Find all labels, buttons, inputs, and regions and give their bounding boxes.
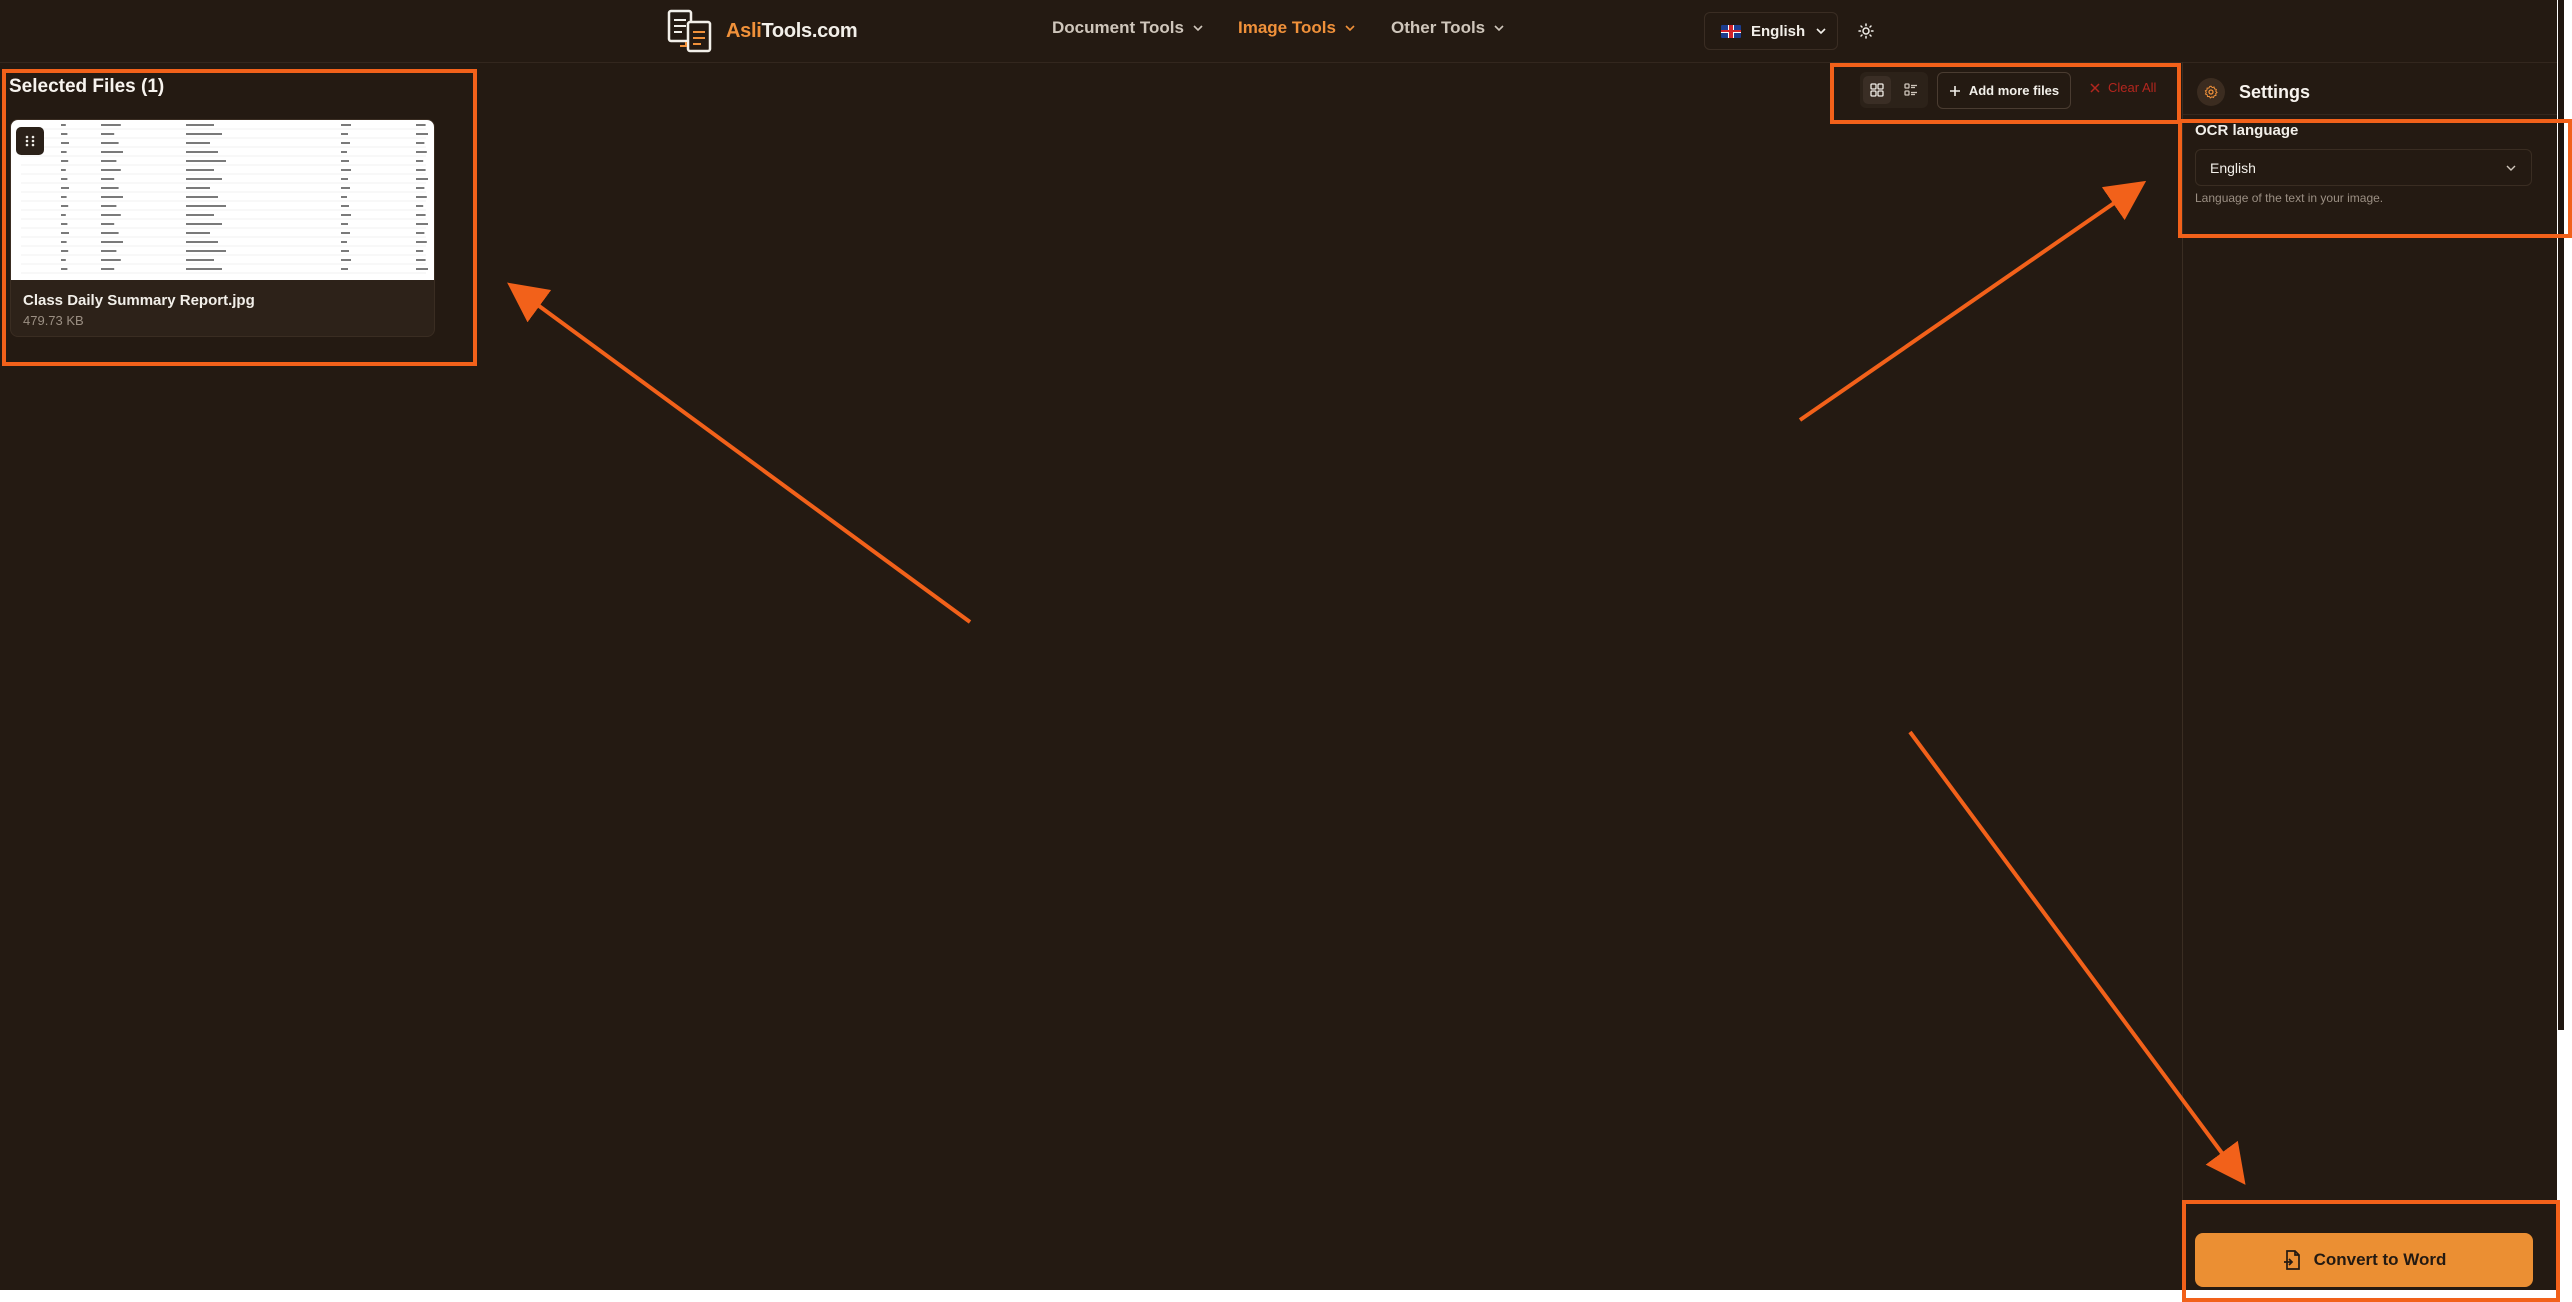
nav-label: Image Tools: [1238, 18, 1336, 37]
sun-icon: [1858, 23, 1874, 39]
nav-image-tools[interactable]: Image Tools: [1238, 18, 1356, 38]
top-navbar: AsliTools.com Document Tools Image Tools…: [0, 0, 2557, 63]
annotation-box-ocr: [2178, 119, 2572, 238]
annotation-box-toolbar: [1830, 63, 2181, 124]
brand-name: AsliTools.com: [726, 19, 858, 42]
nav-label: Other Tools: [1391, 18, 1486, 37]
settings-divider: [2183, 114, 2557, 115]
chevron-down-icon: [1494, 25, 1504, 32]
settings-header: Settings: [2197, 78, 2310, 106]
settings-panel: [2182, 62, 2557, 1290]
nav-label: Document Tools: [1052, 18, 1184, 37]
chevron-down-icon: [1345, 25, 1355, 32]
chevron-down-icon: [1193, 25, 1203, 32]
nav-document-tools[interactable]: Document Tools: [1052, 18, 1204, 38]
nav-other-tools[interactable]: Other Tools: [1391, 18, 1505, 38]
language-label: English: [1751, 22, 1806, 40]
uk-flag-icon: [1721, 24, 1741, 38]
gear-icon: [2197, 78, 2225, 106]
annotation-box-files: [2, 69, 477, 366]
theme-toggle-button[interactable]: [1851, 16, 1881, 46]
brand-logo[interactable]: AsliTools.com: [666, 8, 858, 54]
settings-title: Settings: [2239, 81, 2311, 102]
chevron-down-icon: [1816, 28, 1826, 35]
document-convert-icon: [667, 9, 712, 53]
annotation-box-convert: [2182, 1200, 2560, 1302]
language-selector[interactable]: English: [1704, 12, 1838, 50]
